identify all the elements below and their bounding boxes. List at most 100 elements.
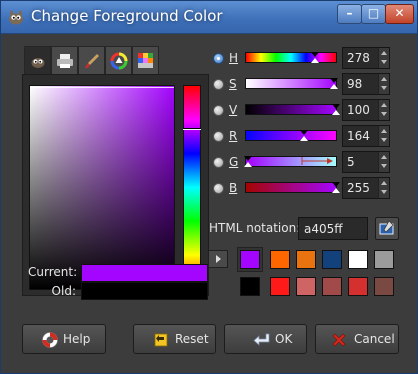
channel-radio-r[interactable] — [213, 131, 224, 142]
current-color-swatch — [81, 264, 208, 282]
channel-label-r: R — [229, 129, 238, 143]
spin-arrows[interactable] — [378, 126, 389, 146]
history-swatch[interactable] — [322, 250, 342, 269]
slider-thumb[interactable] — [300, 130, 308, 135]
channel-value-r: 164 — [347, 129, 370, 143]
history-swatch[interactable] — [296, 250, 316, 269]
history-swatch[interactable] — [240, 277, 260, 296]
gimp-app-icon — [9, 11, 23, 25]
slider-thumb[interactable] — [311, 52, 319, 57]
channel-slider-h[interactable] — [245, 52, 337, 63]
close-icon: ✕ — [394, 6, 405, 20]
reset-label: Reset — [175, 332, 209, 346]
history-swatch[interactable] — [296, 277, 316, 296]
slider-thumb[interactable] — [311, 58, 319, 63]
slider-thumb[interactable] — [244, 162, 252, 167]
saturation-value-area[interactable] — [29, 85, 175, 290]
channel-spinbutton-r[interactable]: 164 — [342, 125, 390, 147]
history-swatch[interactable] — [270, 250, 290, 269]
slider-thumb[interactable] — [300, 136, 308, 141]
cancel-x-icon — [332, 333, 346, 347]
history-swatch[interactable] — [322, 277, 342, 296]
history-swatch[interactable] — [270, 277, 290, 296]
history-swatch[interactable] — [374, 250, 394, 269]
gimp-scales-icon — [31, 58, 45, 68]
channel-radio-s[interactable] — [213, 79, 224, 90]
channel-label-g: G — [229, 155, 239, 169]
hue-strip[interactable] — [183, 85, 201, 290]
close-button[interactable]: ✕ — [385, 4, 414, 24]
slider-thumb[interactable] — [332, 188, 340, 193]
color-dialog-window: Change Foreground Color – □ ✕ Current: O… — [0, 0, 418, 374]
reset-button[interactable]: Reset — [133, 324, 216, 354]
slider-thumb[interactable] — [330, 84, 338, 89]
spin-arrows[interactable] — [378, 100, 389, 120]
slider-thumb[interactable] — [244, 156, 252, 161]
history-swatch[interactable] — [348, 277, 368, 296]
old-color-label: Old: — [51, 284, 76, 298]
slider-thumb[interactable] — [330, 78, 338, 83]
channel-label-b: B — [229, 181, 238, 195]
channel-radio-h[interactable] — [213, 53, 224, 64]
history-add-button[interactable] — [208, 250, 228, 268]
title-bar[interactable]: Change Foreground Color – □ ✕ — [1, 1, 417, 34]
tab-watercolor-selector[interactable] — [78, 46, 105, 74]
channel-radio-g[interactable] — [213, 157, 224, 168]
slider-thumb[interactable] — [332, 110, 340, 115]
slider-thumb[interactable] — [332, 104, 340, 109]
cancel-button[interactable]: Cancel — [315, 324, 399, 354]
help-button[interactable]: Help — [22, 324, 106, 354]
spin-arrows[interactable] — [378, 48, 389, 68]
ok-label: OK — [275, 332, 293, 346]
spin-arrows[interactable] — [378, 152, 389, 172]
channel-spinbutton-h[interactable]: 278 — [342, 47, 390, 69]
window-title: Change Foreground Color — [31, 7, 223, 25]
html-notation-text: HTML notation: — [209, 221, 301, 235]
tab-cmyk-selector[interactable] — [51, 46, 78, 74]
return-arrow-icon — [253, 333, 270, 346]
lifebuoy-icon — [42, 332, 58, 348]
channel-radio-v[interactable] — [213, 105, 224, 116]
slider-thumb[interactable] — [332, 182, 340, 187]
tab-gimp-selector[interactable] — [24, 46, 51, 77]
channel-slider-b[interactable] — [245, 182, 340, 193]
spin-arrows[interactable] — [378, 74, 389, 94]
minimize-icon: – — [346, 6, 353, 20]
spin-arrows[interactable] — [378, 178, 389, 198]
html-notation-label: HTML notation: — [209, 221, 300, 235]
watercolor-brush-icon — [85, 54, 99, 69]
html-notation-input[interactable] — [298, 217, 368, 240]
eyedropper-icon — [379, 220, 394, 235]
tab-palette-selector[interactable] — [132, 46, 159, 74]
sv-crosshair — [30, 87, 174, 88]
color-selector-notebook — [22, 46, 209, 296]
channel-value-b: 255 — [347, 181, 370, 195]
channel-spinbutton-b[interactable]: 255 — [342, 177, 390, 199]
help-label: Help — [63, 332, 91, 346]
ok-button[interactable]: OK — [224, 324, 307, 354]
channel-value-s: 98 — [347, 77, 363, 91]
channel-value-h: 278 — [347, 51, 370, 65]
channel-value-v: 100 — [347, 103, 370, 117]
channel-spinbutton-v[interactable]: 100 — [342, 99, 390, 121]
history-swatch[interactable] — [240, 250, 260, 269]
maximize-button[interactable]: □ — [361, 4, 386, 24]
old-color-swatch[interactable] — [81, 282, 208, 300]
hue-marker[interactable] — [183, 128, 201, 130]
channel-slider-r[interactable] — [245, 130, 337, 141]
channel-slider-v[interactable] — [245, 104, 340, 115]
cancel-label: Cancel — [354, 332, 395, 346]
tab-wheel-selector[interactable] — [105, 46, 132, 74]
undo-icon — [154, 333, 168, 347]
history-swatch[interactable] — [348, 250, 368, 269]
dialog-body: Current: Old: H 278 S 98 V 100 R 164 G 5 B 255 HTML… — [8, 34, 410, 368]
channel-slider-s[interactable] — [245, 78, 338, 89]
channel-label-v: V — [229, 103, 238, 117]
channel-spinbutton-g[interactable]: 5 — [342, 151, 390, 173]
channel-spinbutton-s[interactable]: 98 — [342, 73, 390, 95]
palette-icon — [138, 53, 153, 68]
channel-radio-b[interactable] — [213, 183, 224, 194]
minimize-button[interactable]: – — [337, 4, 362, 24]
history-swatch[interactable] — [374, 277, 394, 296]
color-picker-button[interactable] — [375, 217, 399, 240]
